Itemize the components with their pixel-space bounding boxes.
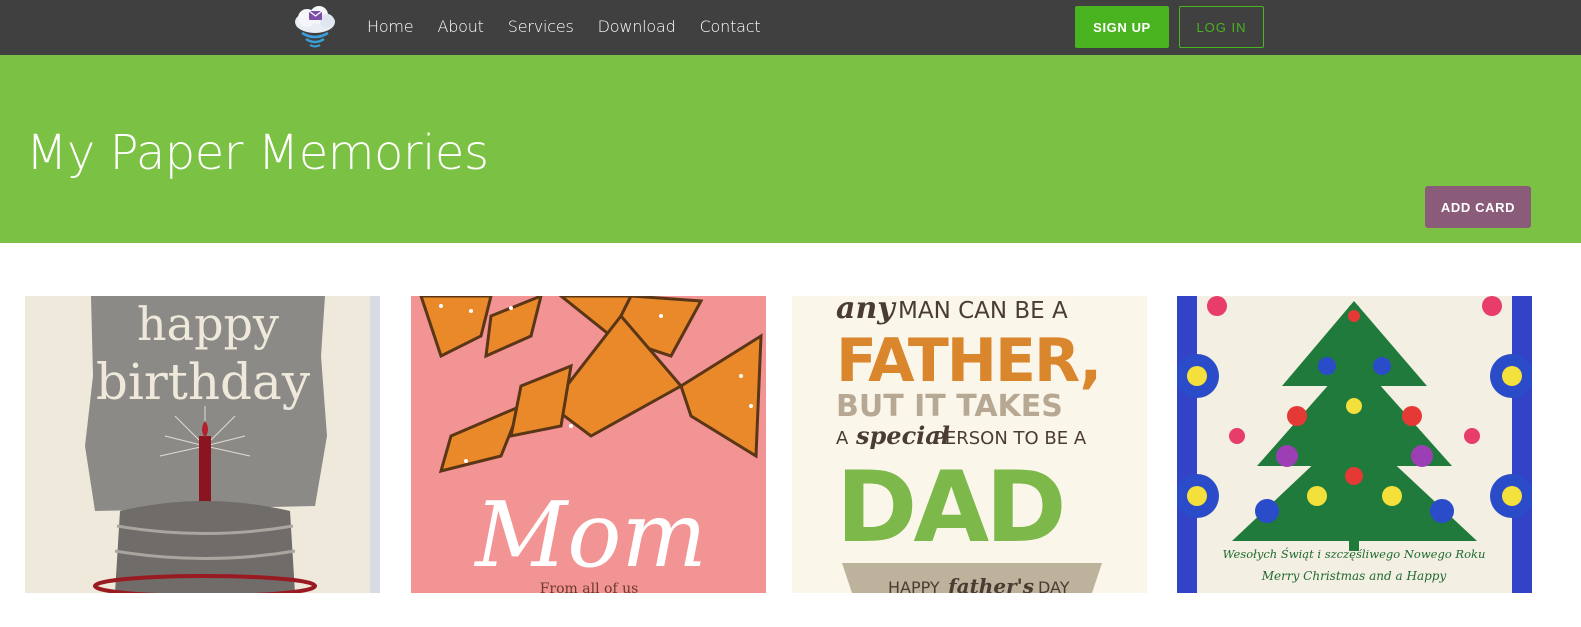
card-text-day: DAY	[1038, 578, 1070, 593]
cloud-envelope-icon[interactable]	[292, 5, 338, 49]
card-christmas[interactable]: Wesołych Świąt i szczęśliwego Nowego Rok…	[1177, 296, 1532, 593]
card-text-happy: happy	[137, 297, 279, 351]
card-text-father: FATHER,	[836, 326, 1100, 396]
card-text-a: A	[836, 428, 849, 449]
mom-butterflies-card-image: Mom From all of us	[411, 296, 766, 593]
card-text-birthday: birthday	[96, 353, 311, 411]
add-card-button[interactable]: ADD CARD	[1425, 186, 1531, 228]
card-text-polish-greeting: Wesołych Świąt i szczęśliwego Nowego Rok…	[1223, 547, 1486, 561]
card-fathers-day[interactable]: any MAN CAN BE A FATHER, BUT IT TAKES A …	[792, 296, 1147, 593]
card-mom[interactable]: Mom From all of us	[411, 296, 766, 593]
card-text-but-it-takes: BUT IT TAKES	[836, 389, 1063, 424]
nav-link-services[interactable]: Services	[508, 17, 574, 36]
nav-link-home[interactable]: Home	[367, 17, 414, 36]
happy-birthday-card-image: happy birthday	[25, 296, 380, 593]
nav-link-contact[interactable]: Contact	[700, 17, 761, 36]
fathers-day-card-image: any MAN CAN BE A FATHER, BUT IT TAKES A …	[792, 296, 1147, 593]
card-text-merry-christmas: Merry Christmas and a Happy	[1261, 569, 1447, 583]
card-text-dad: DAD	[836, 451, 1063, 565]
nav-links: Home About Services Download Contact	[367, 0, 784, 52]
navbar: Home About Services Download Contact SIG…	[0, 0, 1581, 55]
card-text-person-to-be-a: PERSON TO BE A	[934, 428, 1087, 449]
sign-up-button[interactable]: SIGN UP	[1075, 6, 1169, 48]
page-title: My Paper Memories	[26, 125, 489, 181]
christmas-tree-folk-card-image: Wesołych Świąt i szczęśliwego Nowego Rok…	[1177, 296, 1532, 593]
card-text-fathers: father's	[946, 574, 1034, 593]
nav-link-about[interactable]: About	[437, 17, 484, 36]
card-happy-birthday[interactable]: happy birthday	[25, 296, 380, 593]
nav-link-download[interactable]: Download	[598, 17, 676, 36]
card-text-mom: Mom	[473, 483, 707, 588]
card-text-from-all-of-us: From all of us	[540, 581, 639, 593]
hero-banner: My Paper Memories ADD CARD	[0, 55, 1581, 243]
log-in-button[interactable]: LOG IN	[1179, 6, 1264, 48]
card-text-any: any	[836, 296, 897, 326]
card-text-happy-fd: HAPPY	[888, 578, 940, 593]
card-text-man-can-be-a: MAN CAN BE A	[898, 298, 1068, 324]
